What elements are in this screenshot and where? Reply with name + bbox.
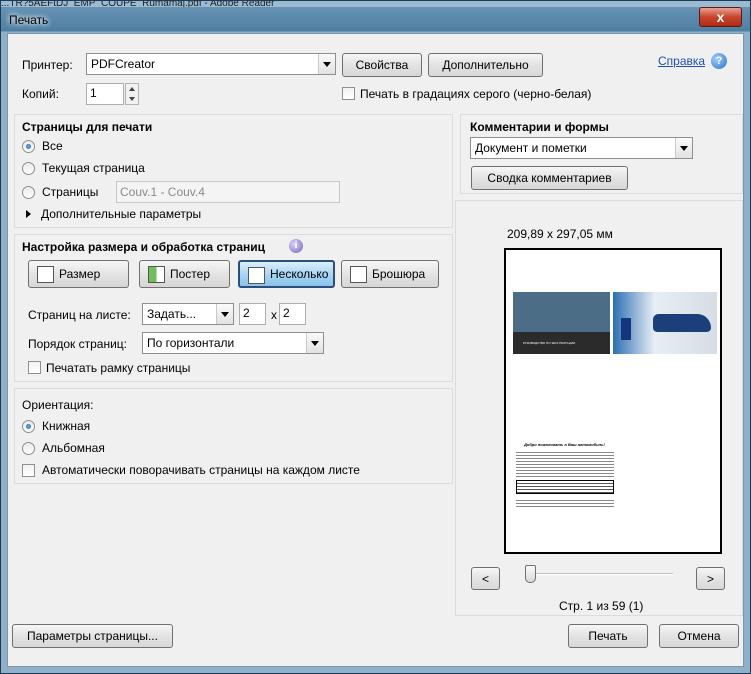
chevron-down-icon <box>306 333 323 353</box>
multiple-button-label: Несколько <box>270 267 329 281</box>
printer-label: Принтер: <box>22 58 73 72</box>
pages-range-radio[interactable] <box>22 186 35 199</box>
prev-page-button[interactable]: < <box>471 567 500 590</box>
help-link[interactable]: Справка <box>658 54 705 68</box>
landscape-label: Альбомная <box>42 441 105 455</box>
pages-all-label: Все <box>42 139 63 153</box>
more-options-toggle[interactable]: Дополнительные параметры <box>41 207 201 221</box>
size-button[interactable]: Размер <box>28 260 129 288</box>
summarize-comments-button[interactable]: Сводка комментариев <box>471 166 628 190</box>
resize-icon <box>37 266 54 283</box>
thumb-blue-block <box>513 292 610 332</box>
booklet-button-label: Брошюра <box>372 267 426 281</box>
expand-triangle-icon[interactable] <box>26 210 31 218</box>
properties-button[interactable]: Свойства <box>342 53 422 77</box>
page-status: Стр. 1 из 59 (1) <box>559 599 644 613</box>
times-label: x <box>271 308 277 322</box>
orientation-panel: Ориентация: Книжная Альбомная Автоматиче… <box>14 388 453 484</box>
pages-per-sheet-value: Задать... <box>147 307 197 321</box>
spin-up-icon <box>129 87 135 91</box>
page-slider-thumb[interactable] <box>525 565 536 583</box>
thumb-bottle <box>621 318 631 340</box>
sizing-title: Настройка размера и обработка страниц <box>22 240 265 254</box>
booklet-icon <box>350 266 367 283</box>
advanced-button[interactable]: Дополнительно <box>428 53 543 77</box>
rows-input[interactable]: 2 <box>279 303 306 325</box>
comments-value: Документ и пометки <box>475 141 587 155</box>
thumb-title-bar: РУКОВОДСТВО ПО ЭКСПЛУАТАЦИИ <box>513 332 610 354</box>
copies-label: Копий: <box>22 87 59 101</box>
order-label: Порядок страниц: <box>28 337 127 351</box>
thumb-text-lines <box>516 450 614 478</box>
help-icon[interactable]: ? <box>711 53 727 69</box>
thumb-footer-lines <box>516 498 614 508</box>
print-border-checkbox[interactable] <box>28 361 41 374</box>
copies-stepper[interactable] <box>125 83 139 105</box>
size-button-label: Размер <box>59 267 101 281</box>
portrait-label: Книжная <box>42 419 91 433</box>
cancel-button[interactable]: Отмена <box>659 624 739 648</box>
pages-current-label: Текущая страница <box>42 161 145 175</box>
thumb-f1-image <box>613 292 717 354</box>
chevron-down-icon <box>318 54 335 74</box>
info-icon[interactable]: i <box>289 239 303 253</box>
poster-button[interactable]: Постер <box>139 260 230 288</box>
thumb-heading: Добро пожаловать в Ваш автомобиль! <box>524 442 605 447</box>
dialog-client: Принтер: PDFCreator Свойства Дополнитель… <box>7 33 744 667</box>
order-select[interactable]: По горизонтали <box>142 332 324 354</box>
pages-current-radio[interactable] <box>22 162 35 175</box>
close-button[interactable]: x <box>699 7 742 27</box>
orientation-title: Ориентация: <box>22 398 94 412</box>
title-bar: ...TR?5AEFtDJ_EMP_COUPE_Rumamaj.pdf - Ad… <box>1 1 750 35</box>
pages-range-input[interactable]: Couv.1 - Couv.4 <box>116 181 340 203</box>
multiple-button[interactable]: Несколько <box>238 260 335 288</box>
poster-button-label: Постер <box>170 267 211 281</box>
page-setup-button[interactable]: Параметры страницы... <box>12 624 173 648</box>
printer-value: PDFCreator <box>91 57 156 71</box>
order-value: По горизонтали <box>147 336 235 350</box>
thumb-car-shape <box>653 314 711 332</box>
pages-all-radio[interactable] <box>22 140 35 153</box>
poster-icon <box>148 266 165 283</box>
landscape-radio[interactable] <box>22 442 35 455</box>
grayscale-label: Печать в градациях серого (черно-белая) <box>360 87 592 101</box>
dialog-title: Печать <box>9 13 49 27</box>
multiple-pages-icon <box>248 267 265 284</box>
auto-rotate-label: Автоматически поворачивать страницы на к… <box>42 463 360 477</box>
auto-rotate-checkbox[interactable] <box>22 464 35 477</box>
pages-title: Страницы для печати <box>22 120 153 134</box>
spin-down-icon <box>129 97 135 101</box>
sizing-panel: Настройка размера и обработка страниц i … <box>14 234 453 382</box>
booklet-button[interactable]: Брошюра <box>341 260 439 288</box>
paper-size-label: 209,89 x 297,05 мм <box>507 227 613 241</box>
grayscale-checkbox[interactable] <box>342 87 355 100</box>
print-button[interactable]: Печать <box>568 624 648 648</box>
comments-panel: Комментарии и формы Документ и пометки С… <box>460 114 743 194</box>
pages-range-label: Страницы <box>42 185 99 199</box>
next-page-button[interactable]: > <box>696 567 725 590</box>
comments-select[interactable]: Документ и пометки <box>470 137 693 159</box>
columns-input[interactable]: 2 <box>239 303 266 325</box>
comments-title: Комментарии и формы <box>470 120 609 134</box>
pages-per-sheet-label: Страниц на листе: <box>28 308 131 322</box>
background-window-title: ...TR?5AEFtDJ_EMP_COUPE_Rumamaj.pdf - Ad… <box>1 1 750 7</box>
chevron-down-icon <box>675 138 692 158</box>
copies-input[interactable]: 1 <box>86 83 124 105</box>
pages-per-sheet-select[interactable]: Задать... <box>142 303 234 325</box>
printer-select[interactable]: PDFCreator <box>86 53 336 75</box>
portrait-radio[interactable] <box>22 420 35 433</box>
thumb-box <box>516 480 614 494</box>
preview-page: РУКОВОДСТВО ПО ЭКСПЛУАТАЦИИ Добро пожало… <box>504 248 722 554</box>
print-border-label: Печатать рамку страницы <box>46 361 191 375</box>
chevron-down-icon <box>216 304 233 324</box>
page-slider-track[interactable] <box>526 573 673 575</box>
pages-panel: Страницы для печати Все Текущая страница… <box>14 114 453 228</box>
print-dialog: ...TR?5AEFtDJ_EMP_COUPE_Rumamaj.pdf - Ad… <box>0 0 751 674</box>
